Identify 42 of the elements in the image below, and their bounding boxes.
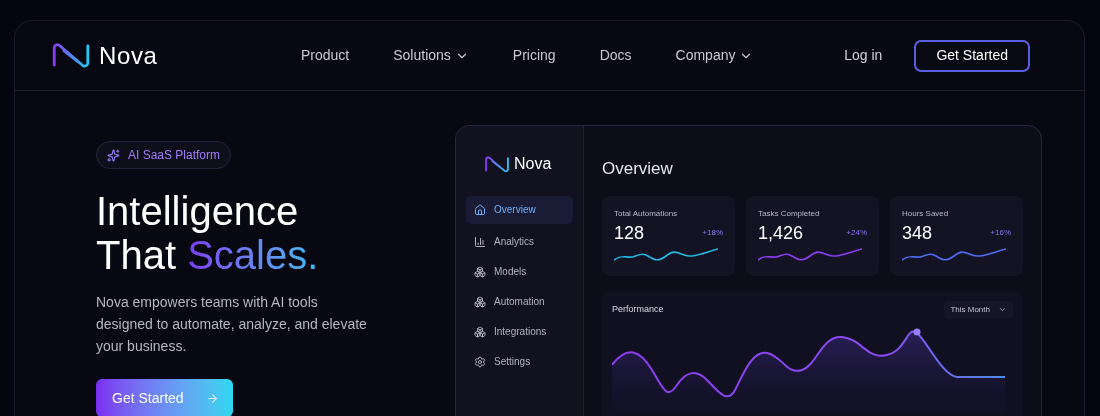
stat-value: 1,426 [758,221,804,245]
period-dropdown[interactable]: This Month [944,300,1013,319]
stat-change: +16% [990,226,1011,239]
stat-change: +24% [846,226,867,239]
nav-link[interactable]: Solutions [393,45,469,66]
hero-get-started-button[interactable]: Get Started [96,379,233,416]
nav-link[interactable]: Product [301,45,350,66]
stat-value: 128 [614,221,645,245]
nav-link[interactable]: Docs [599,45,632,66]
stat-label: Tasks Completed [758,207,821,220]
nav-link[interactable]: Company [675,45,754,66]
badge-text: AI SaaS Platform [128,147,221,164]
sidebar-item[interactable]: Models [466,258,573,286]
logo-icon [51,41,91,70]
nav-link[interactable]: Pricing [512,45,556,66]
sidebar-item[interactable]: Automation [466,288,573,316]
login-link[interactable]: Log in [844,45,883,66]
sidebar-icon [474,236,486,248]
sidebar-icon [474,204,486,216]
brand-name[interactable]: Nova [99,37,158,74]
arrow-icon [206,391,219,405]
stat-label: Total Automations [614,207,679,220]
dashboard-brand: Nova [514,154,552,174]
sidebar-icon [474,326,486,338]
sidebar-item[interactable]: Integrations [466,318,573,346]
hero-description: Nova empowers teams with AI tools designed to automate, analyze, and elevate your business. [96,293,368,356]
sparkle-icon [107,148,120,162]
stat-label: Hours Saved [902,207,950,220]
stat-change: +18% [702,226,723,239]
sidebar-icon [474,266,486,278]
chevron-icon [998,305,1007,314]
stat-value: 348 [902,221,933,245]
sidebar-item[interactable]: Settings [466,348,573,376]
performance-title: Performance [612,302,664,316]
sidebar-icon [474,356,486,368]
sidebar-item[interactable]: Overview [466,196,573,224]
get-started-button[interactable]: Get Started [914,39,1030,72]
sidebar-item[interactable]: Analytics [466,228,573,256]
hero-title: Intelligence That Scales. [96,189,319,277]
sidebar-icon [474,296,486,308]
dashboard-logo-icon [484,154,510,174]
dashboard-title: Overview [602,158,674,180]
